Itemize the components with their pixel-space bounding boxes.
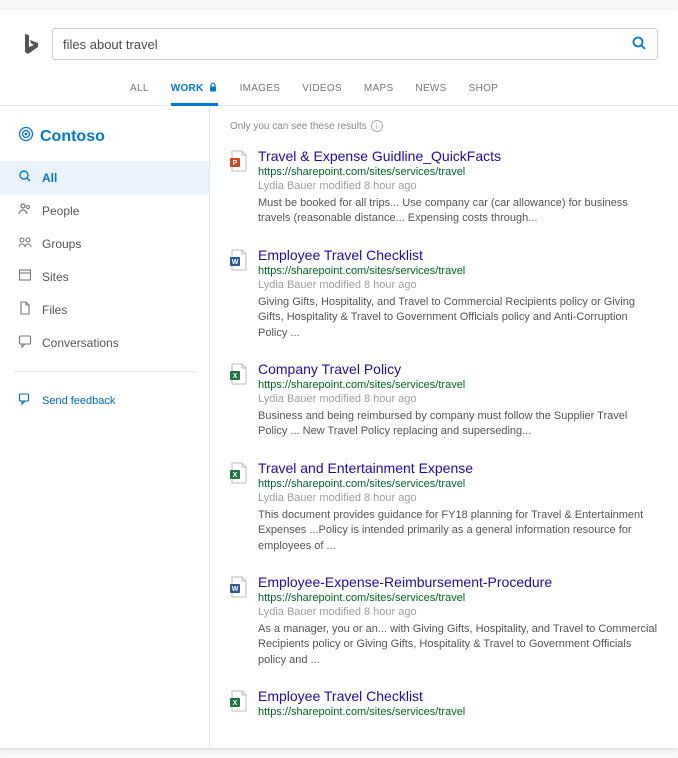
sidebar-divider — [14, 371, 195, 372]
result-title-link[interactable]: Travel and Entertainment Expense — [258, 460, 658, 476]
file-type-icon: W — [230, 247, 248, 341]
result-title-link[interactable]: Employee Travel Checklist — [258, 688, 658, 704]
result-meta: Lydia Bauer modified 8 hour ago — [258, 393, 658, 405]
result-snippet: Business and being reimbursed by company… — [258, 409, 658, 440]
search-small-icon — [18, 169, 32, 186]
sidebar: Contoso All People Groups — [0, 106, 210, 748]
sidebar-item-label: Conversations — [42, 336, 119, 350]
feedback-label: Send feedback — [42, 395, 115, 407]
result-meta: Lydia Bauer modified 8 hour ago — [258, 606, 658, 618]
feedback-icon — [18, 392, 32, 409]
result-title-link[interactable]: Employee-Expense-Reimbursement-Procedure — [258, 574, 658, 590]
tab-work[interactable]: WORK — [171, 74, 218, 106]
result-title-link[interactable]: Travel & Expense Guidline_QuickFacts — [258, 148, 658, 164]
search-result: X Employee Travel Checklist https://shar… — [230, 688, 658, 720]
org-header: Contoso — [0, 118, 209, 161]
svg-text:P: P — [233, 160, 238, 167]
svg-text:X: X — [233, 373, 238, 380]
file-type-icon: X — [230, 688, 248, 720]
result-url: https://sharepoint.com/sites/services/tr… — [258, 478, 658, 490]
result-snippet: This document provides guidance for FY18… — [258, 508, 658, 554]
file-type-icon: X — [230, 460, 248, 554]
tab-maps[interactable]: MAPS — [364, 74, 394, 106]
search-bar — [0, 10, 678, 74]
scope-tabs: ALL WORK IMAGES VIDEOS MAPS NEWS SHOP — [0, 74, 678, 106]
info-icon[interactable]: i — [371, 120, 383, 132]
result-title-link[interactable]: Employee Travel Checklist — [258, 247, 658, 263]
search-result: X Company Travel Policy https://sharepoi… — [230, 361, 658, 440]
search-result: P Travel & Expense Guidline_QuickFacts h… — [230, 148, 658, 227]
svg-text:X: X — [233, 700, 238, 707]
tab-images[interactable]: IMAGES — [240, 74, 281, 106]
tab-videos[interactable]: VIDEOS — [302, 74, 342, 106]
svg-text:X: X — [233, 472, 238, 479]
target-icon — [18, 126, 34, 147]
sidebar-item-label: Groups — [42, 237, 81, 251]
sidebar-item-label: Files — [42, 303, 67, 317]
result-url: https://sharepoint.com/sites/services/tr… — [258, 379, 658, 391]
groups-icon — [18, 235, 32, 252]
search-result: W Employee-Expense-Reimbursement-Procedu… — [230, 574, 658, 668]
result-snippet: Must be booked for all trips... Use comp… — [258, 196, 658, 227]
tab-all[interactable]: ALL — [130, 74, 149, 106]
result-meta: Lydia Bauer modified 8 hour ago — [258, 279, 658, 291]
search-box[interactable] — [52, 28, 658, 60]
file-type-icon: X — [230, 361, 248, 440]
sites-icon — [18, 268, 32, 285]
sidebar-item-conversations[interactable]: Conversations — [0, 326, 209, 359]
content-body: Contoso All People Groups — [0, 106, 678, 748]
people-icon — [18, 202, 32, 219]
privacy-note: Only you can see these results i — [230, 120, 658, 132]
result-snippet: Giving Gifts, Hospitality, and Travel to… — [258, 295, 658, 341]
result-url: https://sharepoint.com/sites/services/tr… — [258, 265, 658, 277]
search-result: W Employee Travel Checklist https://shar… — [230, 247, 658, 341]
sidebar-item-people[interactable]: People — [0, 194, 209, 227]
sidebar-item-files[interactable]: Files — [0, 293, 209, 326]
svg-text:W: W — [232, 259, 239, 266]
svg-text:W: W — [232, 586, 239, 593]
file-type-icon: W — [230, 574, 248, 668]
sidebar-item-all[interactable]: All — [0, 161, 209, 194]
result-url: https://sharepoint.com/sites/services/tr… — [258, 706, 658, 718]
search-icon[interactable] — [631, 35, 647, 54]
privacy-text: Only you can see these results — [230, 121, 367, 132]
search-result: X Travel and Entertainment Expense https… — [230, 460, 658, 554]
sidebar-item-label: All — [42, 171, 57, 185]
org-name-label: Contoso — [40, 128, 105, 146]
tab-work-label: WORK — [171, 83, 204, 94]
send-feedback-link[interactable]: Send feedback — [0, 384, 209, 417]
sidebar-item-sites[interactable]: Sites — [0, 260, 209, 293]
result-meta: Lydia Bauer modified 8 hour ago — [258, 180, 658, 192]
app-window: ALL WORK IMAGES VIDEOS MAPS NEWS SHOP — [0, 10, 678, 748]
result-snippet: As a manager, you or an... with Giving G… — [258, 622, 658, 668]
sidebar-item-groups[interactable]: Groups — [0, 227, 209, 260]
result-url: https://sharepoint.com/sites/services/tr… — [258, 166, 658, 178]
result-url: https://sharepoint.com/sites/services/tr… — [258, 592, 658, 604]
results-panel: Only you can see these results i P Trave… — [210, 106, 678, 748]
bing-logo-icon — [22, 33, 40, 58]
search-input[interactable] — [63, 37, 631, 52]
lock-icon — [208, 82, 218, 95]
sidebar-item-label: Sites — [42, 270, 69, 284]
sidebar-item-label: People — [42, 204, 79, 218]
result-title-link[interactable]: Company Travel Policy — [258, 361, 658, 377]
chat-icon — [18, 334, 32, 351]
result-meta: Lydia Bauer modified 8 hour ago — [258, 492, 658, 504]
tab-news[interactable]: NEWS — [415, 74, 446, 106]
files-icon — [18, 301, 32, 318]
file-type-icon: P — [230, 148, 248, 227]
tab-shop[interactable]: SHOP — [469, 74, 499, 106]
